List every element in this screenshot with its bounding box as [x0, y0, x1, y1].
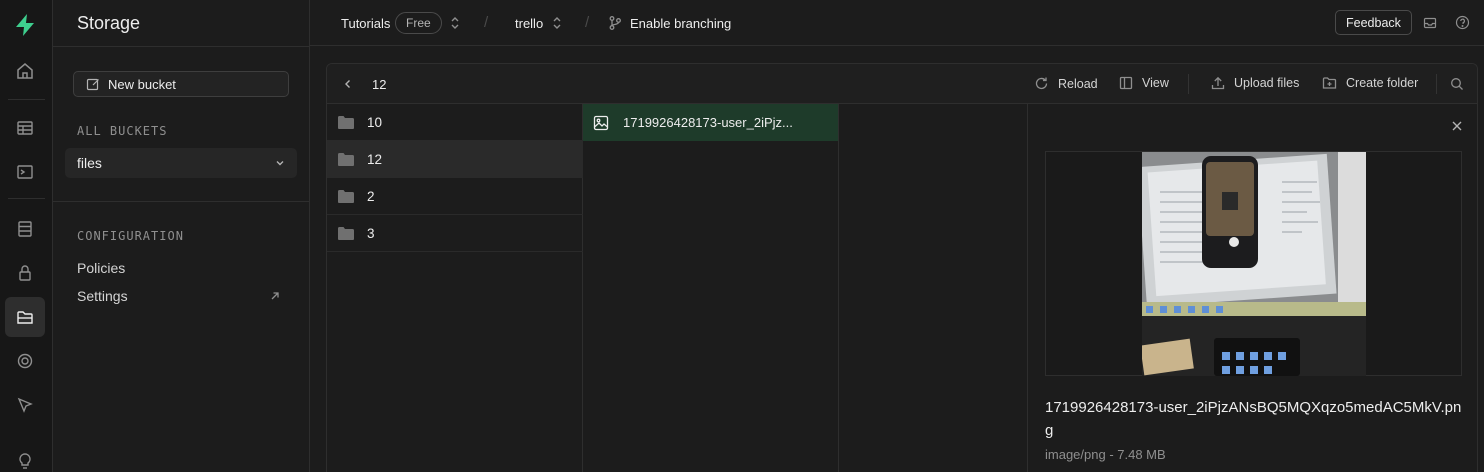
edit-icon: [86, 78, 99, 91]
explorer-header: 12 Reload View Upload files Create folde…: [327, 64, 1477, 104]
storage-sidebar: Storage New bucket ALL BUCKETS files CON…: [53, 0, 310, 472]
file-preview-panel: 1719926428173-user_2iPjzANsBQ5MQXqzo5med…: [1027, 104, 1477, 472]
breadcrumb-separator: /: [484, 14, 489, 31]
search-icon[interactable]: [1450, 77, 1464, 91]
sidebar-title: Storage: [77, 13, 141, 33]
help-icon[interactable]: [1455, 15, 1470, 30]
external-link-icon: [271, 292, 279, 300]
folder-label: 10: [367, 114, 383, 130]
toolbar-divider: [1436, 74, 1437, 94]
folder-label: 2: [367, 188, 375, 204]
rail-divider: [8, 99, 45, 100]
view-button[interactable]: View: [1119, 76, 1169, 90]
back-chevron-icon[interactable]: [342, 78, 354, 90]
preview-image: [1142, 152, 1366, 376]
folder-item[interactable]: 2: [327, 178, 583, 215]
branch-icon: [609, 16, 621, 30]
new-bucket-label: New bucket: [108, 76, 176, 92]
configuration-heading: CONFIGURATION: [77, 229, 184, 243]
folder-item[interactable]: 12: [327, 141, 583, 178]
reload-label: Reload: [1058, 76, 1098, 91]
sql-editor-icon[interactable]: [5, 152, 45, 192]
bucket-item-files[interactable]: files: [65, 148, 297, 178]
sidebar-divider: [53, 46, 310, 47]
columns-icon: [1119, 76, 1133, 90]
preview-image-frame: [1045, 151, 1462, 376]
folder-item[interactable]: 3: [327, 215, 583, 252]
settings-link[interactable]: Settings: [77, 288, 128, 304]
reload-icon: [1035, 77, 1048, 90]
create-folder-label: Create folder: [1346, 76, 1419, 90]
chevron-updown-icon[interactable]: [551, 15, 563, 31]
folder-icon: [338, 115, 354, 129]
upload-files-button[interactable]: Upload files: [1211, 76, 1299, 90]
all-buckets-heading: ALL BUCKETS: [77, 124, 168, 138]
database-icon[interactable]: [5, 209, 45, 249]
file-label: 1719926428173-user_2iPjz...: [623, 115, 793, 130]
plan-badge: Free: [395, 12, 442, 34]
folder-plus-icon: [1322, 77, 1337, 89]
file-item[interactable]: 1719926428173-user_2iPjz...: [583, 104, 838, 141]
rail-divider: [8, 198, 45, 199]
storage-icon[interactable]: [5, 297, 45, 337]
project-selector[interactable]: trello: [515, 16, 543, 31]
current-path: 12: [372, 77, 387, 92]
org-selector[interactable]: Tutorials: [341, 16, 390, 31]
policies-link[interactable]: Policies: [77, 260, 125, 276]
file-explorer: 12 Reload View Upload files Create folde…: [326, 63, 1478, 472]
bucket-label: files: [77, 155, 102, 171]
chevron-updown-icon[interactable]: [449, 15, 461, 31]
preview-file-name: 1719926428173-user_2iPjzANsBQ5MQXqzo5med…: [1045, 399, 1462, 439]
logo-icon[interactable]: [5, 5, 45, 45]
folder-item[interactable]: 10: [327, 104, 583, 141]
icon-rail: [0, 0, 53, 472]
inbox-icon[interactable]: [1423, 16, 1437, 30]
file-column: 1719926428173-user_2iPjz...: [583, 104, 839, 472]
feedback-button[interactable]: Feedback: [1335, 10, 1412, 35]
breadcrumb-separator: /: [585, 14, 590, 31]
toolbar-divider: [1188, 74, 1189, 94]
reload-button[interactable]: Reload: [1034, 76, 1098, 91]
folder-column: 10 12 2 3: [327, 104, 583, 472]
advisors-icon[interactable]: [5, 441, 45, 472]
table-editor-icon[interactable]: [5, 108, 45, 148]
folder-label: 12: [367, 151, 383, 167]
auth-icon[interactable]: [5, 253, 45, 293]
top-bar: Tutorials Free / trello / Enable branchi…: [310, 0, 1484, 46]
upload-icon: [1211, 76, 1225, 90]
close-icon[interactable]: [1451, 120, 1463, 132]
image-file-icon: [593, 115, 609, 130]
create-folder-button[interactable]: Create folder: [1322, 76, 1418, 90]
home-icon[interactable]: [5, 51, 45, 91]
view-label: View: [1142, 76, 1169, 90]
folder-label: 3: [367, 225, 375, 241]
folder-icon: [338, 152, 354, 166]
edge-functions-icon[interactable]: [5, 341, 45, 381]
realtime-icon[interactable]: [5, 385, 45, 425]
upload-files-label: Upload files: [1234, 76, 1300, 90]
sidebar-divider: [53, 201, 310, 202]
chevron-down-icon[interactable]: [273, 156, 287, 170]
new-bucket-button[interactable]: New bucket: [73, 71, 289, 97]
enable-branching-button[interactable]: Enable branching: [630, 16, 731, 31]
folder-icon: [338, 226, 354, 240]
preview-file-meta: image/png - 7.48 MB: [1045, 447, 1166, 462]
folder-icon: [338, 189, 354, 203]
